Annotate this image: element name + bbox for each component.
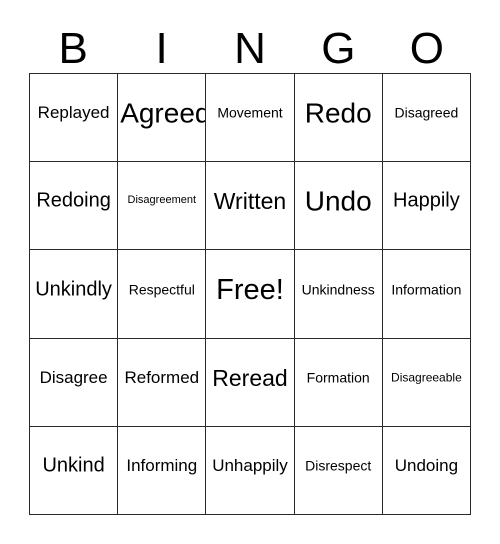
bingo-cell-label: Movement xyxy=(217,104,283,121)
bingo-cell[interactable]: Unkindness xyxy=(294,250,383,339)
bingo-cell[interactable]: Disagreed xyxy=(382,74,471,163)
bingo-cell[interactable]: Unkindly xyxy=(30,250,119,339)
bingo-cell[interactable]: Replayed xyxy=(30,74,119,163)
bingo-cell-label: Redoing xyxy=(36,189,111,212)
bingo-cell-label: Information xyxy=(391,281,462,298)
bingo-cell[interactable]: Formation xyxy=(294,338,383,427)
bingo-grid: Replayed Agreed Movement Redo Disagreed … xyxy=(29,73,471,515)
bingo-cell[interactable]: Disagreement xyxy=(118,162,207,251)
bingo-cell-label: Informing xyxy=(126,456,198,476)
bingo-cell-label: Disagreement xyxy=(127,194,197,207)
bingo-cell-label: Disagreeable xyxy=(391,370,462,385)
bingo-cell[interactable]: Unhappily xyxy=(206,426,295,515)
bingo-cell[interactable]: Movement xyxy=(206,74,295,163)
bingo-cell-label: Redo xyxy=(304,97,372,129)
bingo-cell-label: Free! xyxy=(216,273,284,306)
bingo-cell[interactable]: Undoing xyxy=(382,426,471,515)
bingo-cell-label: Agreed xyxy=(120,97,207,129)
bingo-cell-label: Formation xyxy=(306,369,370,386)
bingo-cell-label: Unkind xyxy=(42,454,105,477)
bingo-cell[interactable]: Informing xyxy=(118,426,207,515)
bingo-header-letter-o: O xyxy=(409,24,444,73)
bingo-cell[interactable]: Disrespect xyxy=(294,426,383,515)
bingo-cell-label: Reread xyxy=(212,364,288,391)
bingo-cell-label: Undo xyxy=(304,185,372,217)
bingo-header-letter-b: B xyxy=(58,24,88,73)
bingo-cell-label: Disrespect xyxy=(305,457,372,474)
bingo-cell[interactable]: Redoing xyxy=(30,162,119,251)
bingo-header-letter-i: I xyxy=(155,24,168,73)
bingo-cell[interactable]: Agreed xyxy=(118,74,207,163)
bingo-cell-label: Unkindly xyxy=(35,278,112,301)
bingo-cell-label: Happily xyxy=(393,189,460,212)
bingo-cell-label: Unhappily xyxy=(212,456,288,476)
bingo-cell-label: Disagree xyxy=(39,367,108,387)
bingo-cell-label: Written xyxy=(213,188,287,215)
bingo-cell[interactable]: Undo xyxy=(294,162,383,251)
bingo-cell-free[interactable]: Free! xyxy=(206,250,295,339)
bingo-cell[interactable]: Disagree xyxy=(30,338,119,427)
bingo-cell-label: Undoing xyxy=(394,456,459,476)
bingo-cell-label: Respectful xyxy=(128,281,195,298)
bingo-cell[interactable]: Happily xyxy=(382,162,471,251)
bingo-cell-label: Unkindness xyxy=(301,281,375,298)
bingo-cell[interactable]: Redo xyxy=(294,74,383,163)
bingo-cell[interactable]: Unkind xyxy=(30,426,119,515)
bingo-header-letter-g: G xyxy=(321,24,356,73)
bingo-header-row: B I N G O xyxy=(29,18,471,73)
bingo-cell[interactable]: Information xyxy=(382,250,471,339)
bingo-cell[interactable]: Reformed xyxy=(118,338,207,427)
bingo-card: B I N G O Replayed Agreed Movement Redo … xyxy=(0,0,500,544)
bingo-cell-label: Disagreed xyxy=(394,104,459,121)
bingo-cell-label: Reformed xyxy=(124,367,200,387)
bingo-cell[interactable]: Respectful xyxy=(118,250,207,339)
bingo-cell-label: Replayed xyxy=(37,103,110,123)
bingo-cell[interactable]: Disagreeable xyxy=(382,338,471,427)
bingo-cell[interactable]: Reread xyxy=(206,338,295,427)
bingo-cell[interactable]: Written xyxy=(206,162,295,251)
bingo-header-letter-n: N xyxy=(234,24,266,73)
